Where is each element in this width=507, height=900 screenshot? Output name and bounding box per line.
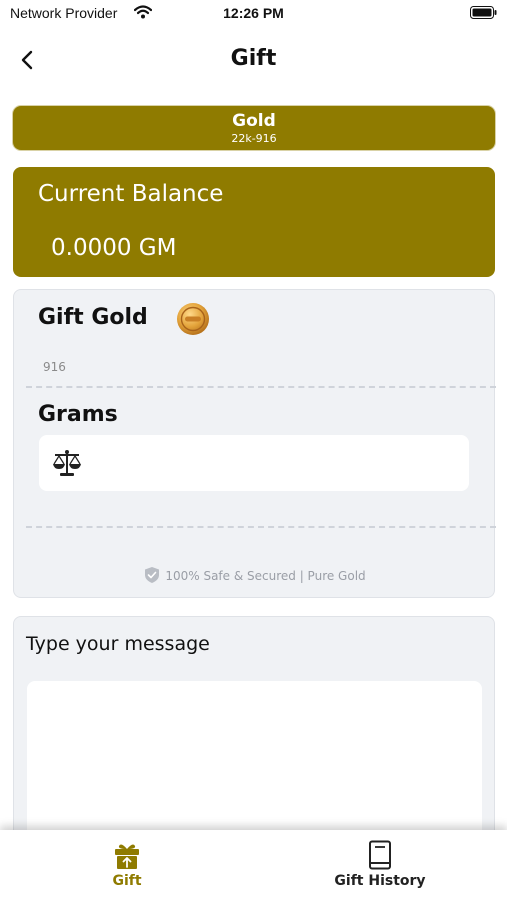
- grams-input-field[interactable]: [39, 435, 469, 491]
- metal-name: Gold: [232, 111, 276, 131]
- grams-label: Grams: [38, 402, 118, 427]
- safe-secured-text: 100% Safe & Secured | Pure Gold: [165, 569, 366, 583]
- balance-label: Current Balance: [38, 181, 224, 207]
- tab-gift[interactable]: Gift: [77, 830, 177, 900]
- gift-icon: [115, 844, 139, 869]
- bottom-tab-bar: Gift Gift History: [0, 830, 507, 900]
- message-label: Type your message: [26, 633, 210, 655]
- page-title: Gift: [230, 46, 277, 71]
- metal-tab-gold[interactable]: Gold 22k-916: [13, 106, 495, 150]
- nav-bar: Gift: [0, 40, 507, 80]
- gold-coin-icon: [177, 303, 209, 335]
- divider: [26, 386, 496, 388]
- gift-gold-title: Gift Gold: [38, 305, 148, 330]
- tab-gift-label: Gift: [112, 873, 142, 889]
- status-time: 12:26 PM: [223, 5, 284, 21]
- safe-secured-note: 100% Safe & Secured | Pure Gold: [14, 566, 496, 584]
- balance-card: Current Balance 0.0000 GM: [13, 167, 495, 277]
- divider: [26, 526, 496, 528]
- metal-purity: 22k-916: [231, 132, 277, 145]
- book-icon: [369, 840, 391, 870]
- gift-form-card: Gift Gold 916 Grams 100% Safe & Secured …: [13, 289, 496, 598]
- status-bar: Network Provider 12:26 PM: [0, 0, 507, 28]
- purity-label: 916: [43, 360, 66, 374]
- scale-icon: [53, 450, 81, 476]
- grams-input[interactable]: [93, 445, 453, 481]
- tab-gift-history-label: Gift History: [334, 873, 426, 889]
- tab-gift-history[interactable]: Gift History: [320, 830, 440, 900]
- balance-value: 0.0000 GM: [51, 235, 177, 261]
- battery-icon: [470, 6, 497, 19]
- shield-icon: [145, 567, 160, 583]
